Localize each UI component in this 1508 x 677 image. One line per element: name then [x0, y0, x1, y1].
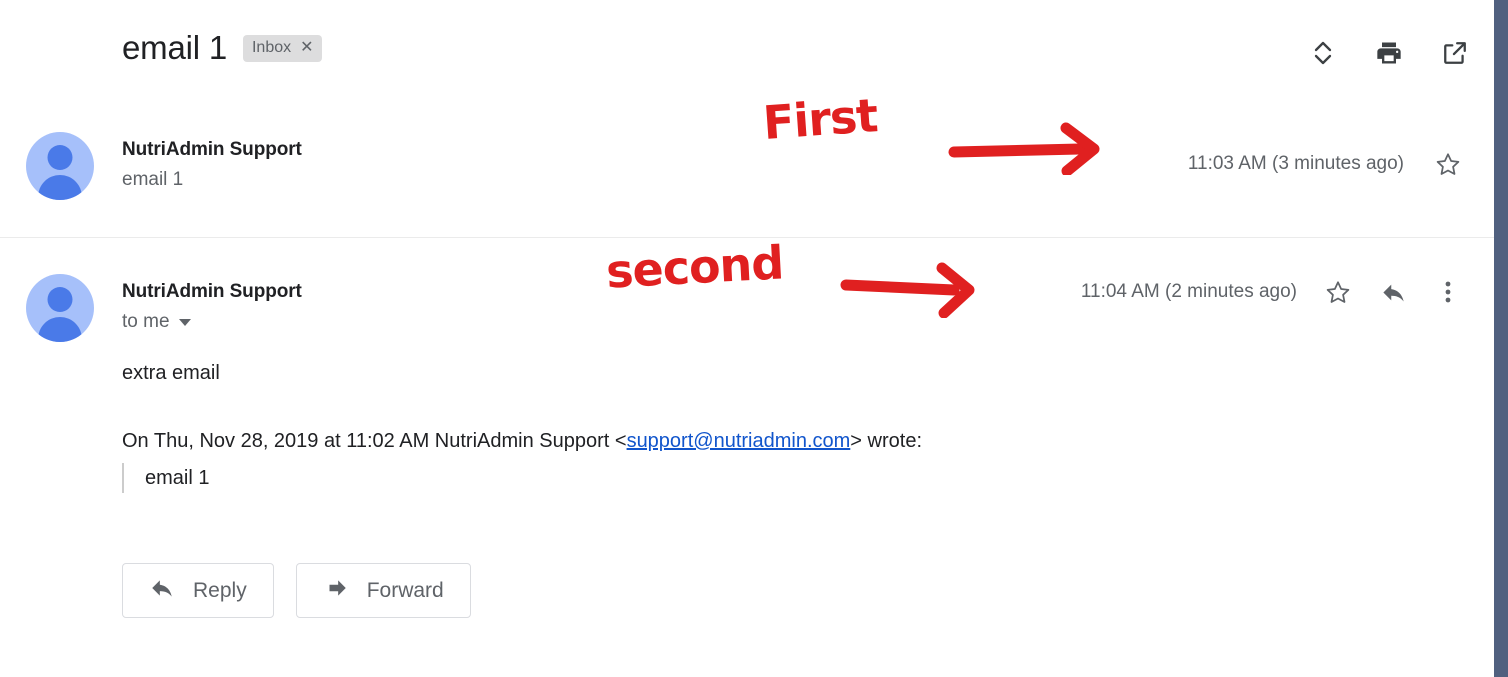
- message-meta-1: 11:03 AM (3 minutes ago): [1188, 150, 1462, 178]
- more-options-icon[interactable]: [1434, 278, 1462, 306]
- message-body: extra email On Thu, Nov 28, 2019 at 11:0…: [122, 360, 1122, 493]
- chevron-down-icon[interactable]: [178, 318, 191, 326]
- annotation-second-arrow: [838, 258, 988, 323]
- message-timestamp: 11:04 AM (2 minutes ago): [1080, 281, 1297, 302]
- message-meta-2: 11:04 AM (2 minutes ago): [1081, 278, 1462, 306]
- window-edge-strip: [1494, 0, 1508, 677]
- open-in-new-window-icon[interactable]: [1440, 38, 1470, 68]
- avatar-head-shape: [47, 287, 73, 312]
- forward-arrow-icon: [323, 575, 349, 607]
- thread-subject: email 1: [122, 29, 227, 66]
- label-chip-label: Inbox: [251, 38, 292, 56]
- thread-header: email 1 Inbox ✕: [122, 28, 1468, 88]
- recipient-summary-text: to me: [122, 311, 170, 332]
- message-action-buttons: Reply Forward: [122, 563, 471, 618]
- message-divider: [0, 237, 1494, 238]
- quoted-message-text: email 1: [122, 463, 1122, 493]
- quote-attribution-prefix: On Thu, Nov 28, 2019 at 11:02 AM NutriAd…: [122, 430, 627, 452]
- star-icon[interactable]: [1324, 278, 1352, 306]
- avatar-body-shape: [38, 317, 82, 342]
- sender-name: NutriAdmin Support: [122, 139, 302, 160]
- annotation-second-label: second: [604, 235, 785, 299]
- reply-button[interactable]: Reply: [122, 563, 274, 618]
- sender-name: NutriAdmin Support: [122, 281, 302, 302]
- close-icon[interactable]: ✕: [300, 39, 313, 57]
- forward-button-label: Forward: [366, 578, 444, 602]
- avatar-head-shape: [47, 145, 73, 170]
- recipient-summary[interactable]: to me: [122, 310, 302, 334]
- header-actions: [1308, 38, 1470, 68]
- star-icon[interactable]: [1434, 150, 1462, 178]
- forward-button[interactable]: Forward: [295, 563, 471, 618]
- message-snippet-text: email 1: [122, 169, 184, 190]
- avatar-body-shape: [38, 175, 82, 200]
- sender-block: NutriAdmin Support to me: [122, 280, 302, 334]
- avatar: [26, 274, 94, 342]
- avatar: [26, 132, 94, 200]
- thread-title-row: email 1 Inbox ✕: [122, 28, 1468, 68]
- email-thread-view: email 1 Inbox ✕ NutriAdmin Support email…: [0, 0, 1508, 677]
- message-body-text: extra email: [122, 362, 220, 384]
- message-row-1[interactable]: NutriAdmin Support email 1 11:03 AM (3 m…: [0, 118, 1494, 237]
- quote-attribution: On Thu, Nov 28, 2019 at 11:02 AM NutriAd…: [122, 428, 1122, 454]
- message-snippet: email 1: [122, 168, 302, 192]
- reply-icon[interactable]: [1379, 278, 1407, 306]
- sender-block: NutriAdmin Support email 1: [122, 138, 302, 192]
- reply-arrow-icon: [149, 575, 175, 607]
- sender-email-link[interactable]: support@nutriadmin.com: [627, 430, 851, 452]
- collapse-all-icon[interactable]: [1308, 38, 1338, 68]
- message-timestamp: 11:03 AM (3 minutes ago): [1187, 153, 1404, 174]
- print-all-icon[interactable]: [1374, 38, 1404, 68]
- label-chip-inbox[interactable]: Inbox ✕: [242, 34, 322, 62]
- reply-button-label: Reply: [193, 578, 247, 602]
- quote-attribution-suffix: > wrote:: [850, 430, 922, 452]
